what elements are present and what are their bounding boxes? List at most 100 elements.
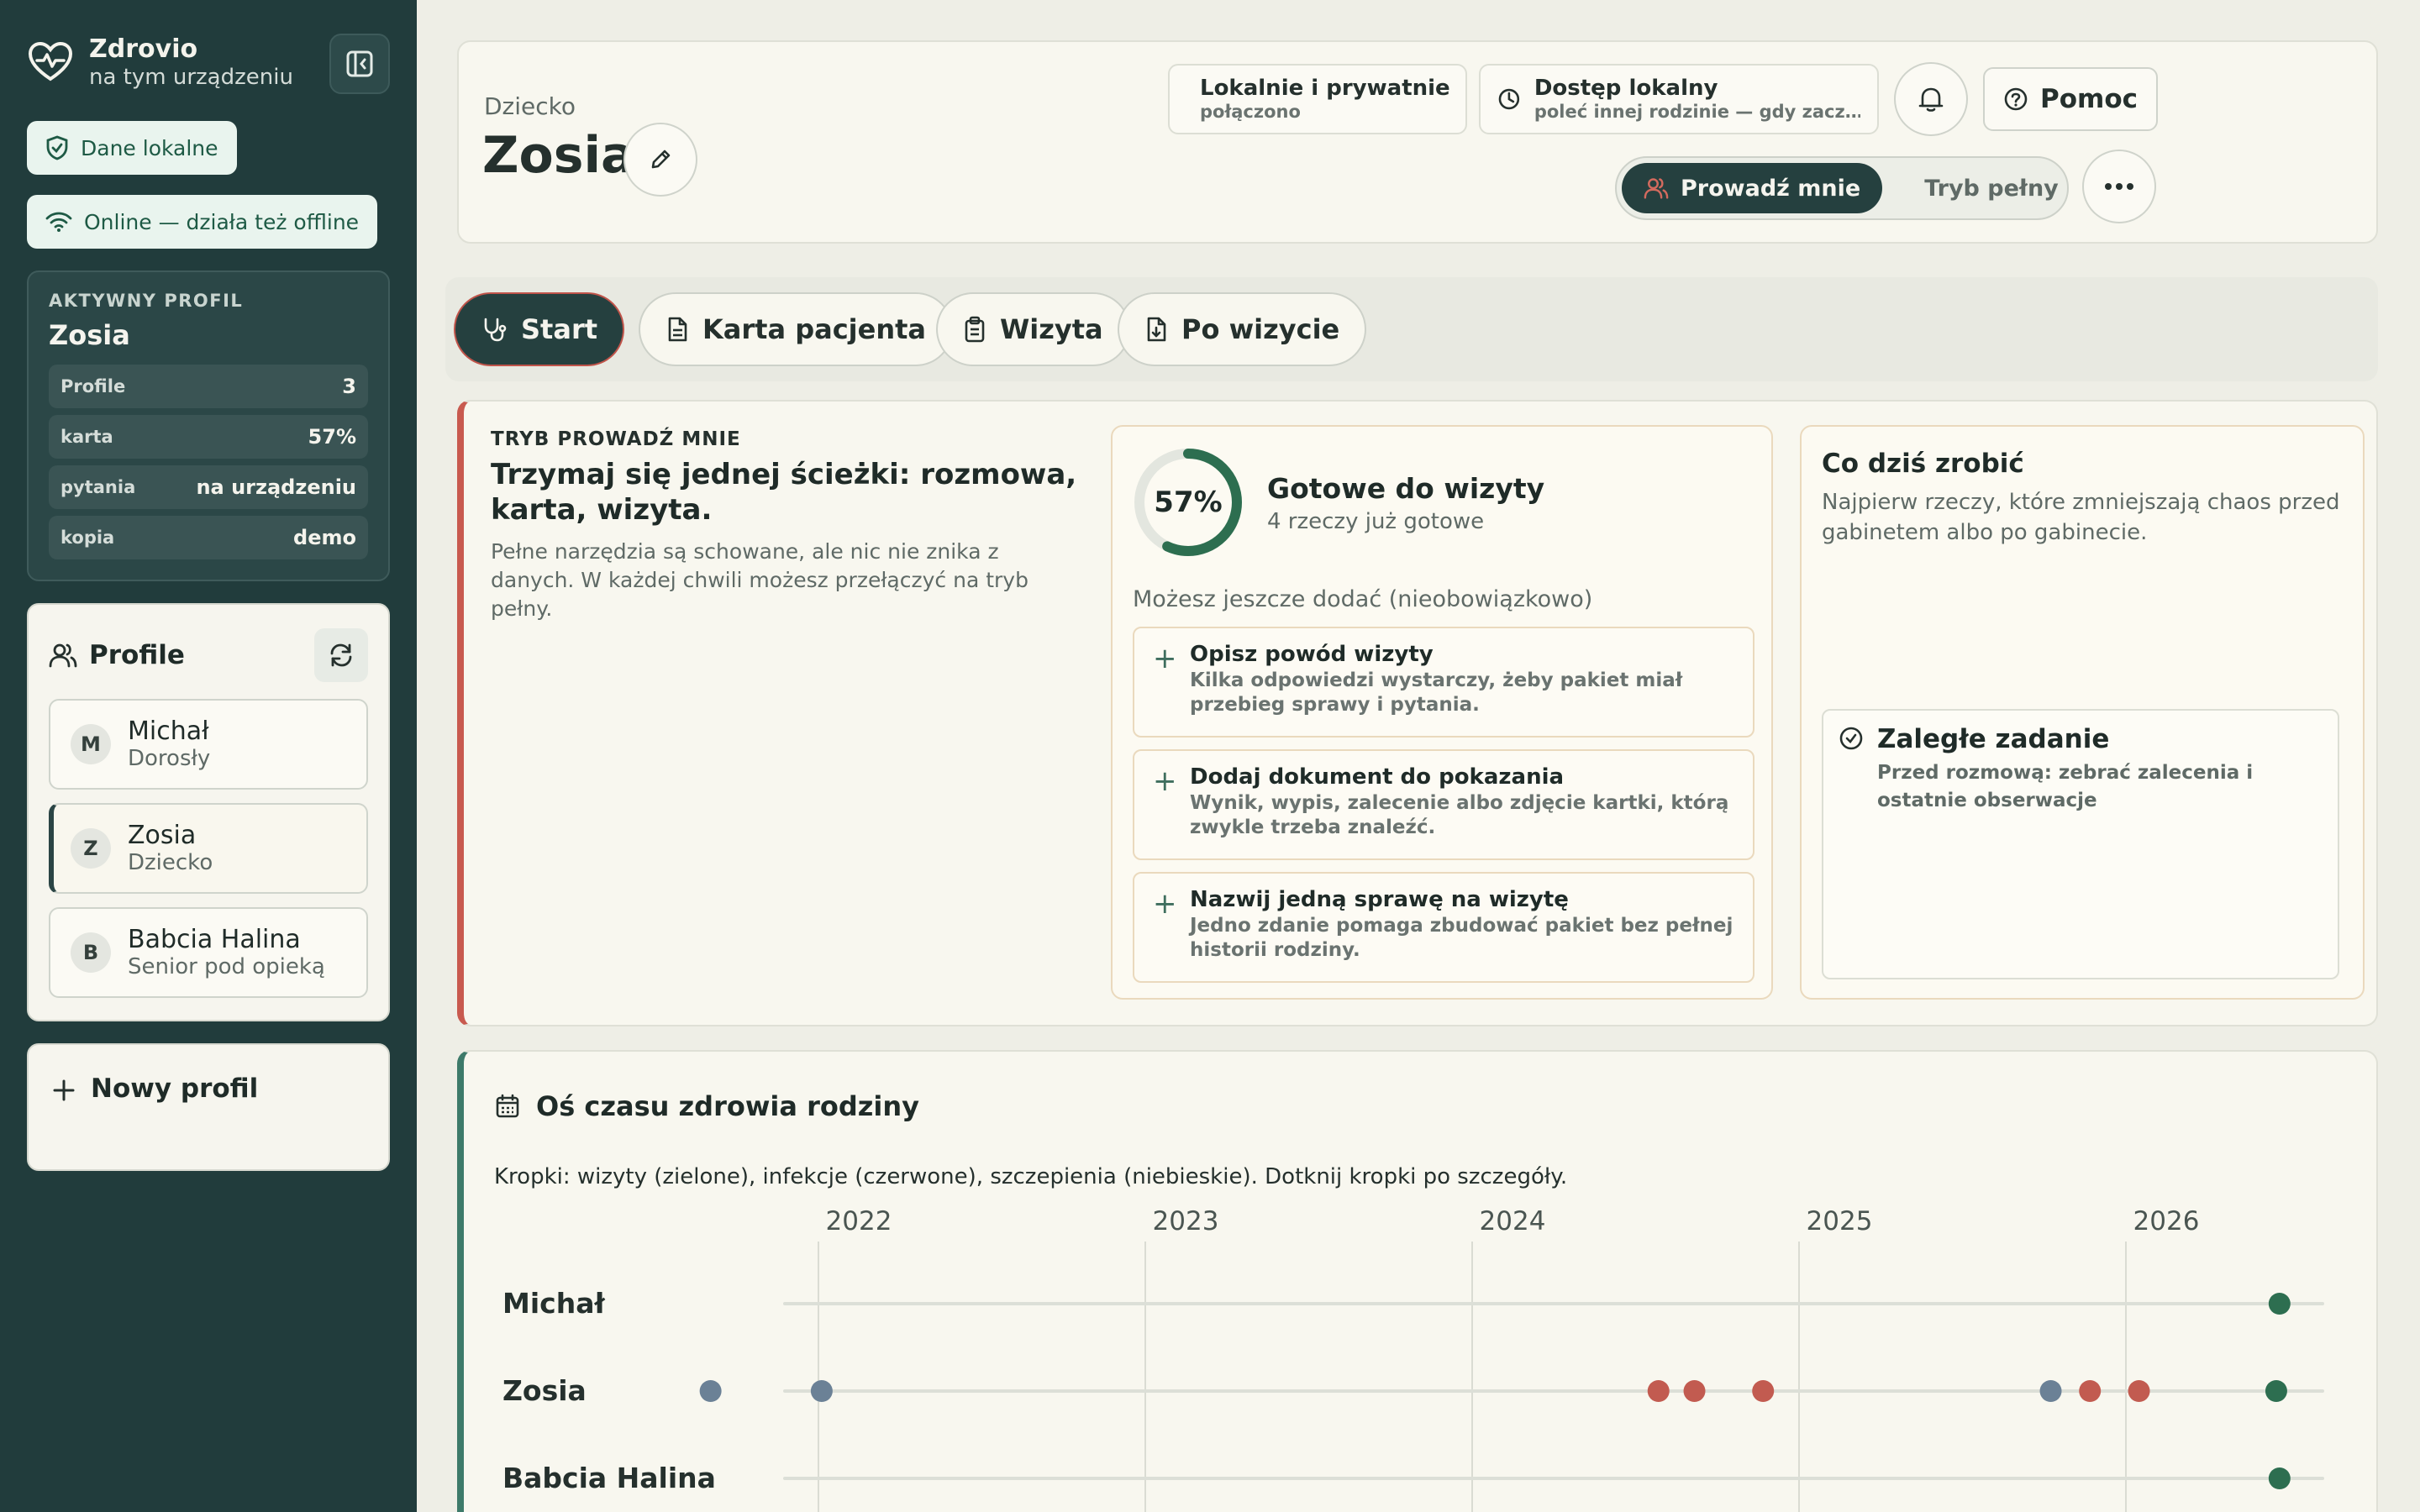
tab-after-visit[interactable]: Po wizycie [1118,292,1367,366]
timeline-row-label: Michał [502,1287,605,1320]
profile-type-label: Dziecko [484,92,576,120]
optional-item-desc: Jedno zdanie pomaga zbudować pakiet bez … [1190,915,1733,961]
mode-guide-me-button[interactable]: Prowadź mnie [1622,163,1883,213]
profile-name: Michał [128,717,209,746]
guide-description: Pełne narzędzia są schowane, ale nic nie… [491,539,1028,621]
todo-description: Najpierw rzeczy, które zmniejszają chaos… [1822,490,2340,545]
optional-items-label: Możesz jeszcze dodać (nieobowiązkowo) [1133,586,1593,612]
profile-header: Dziecko Zosia Lokalnie i prywatnie połąc… [457,40,2378,244]
timeline-event-dot-infection[interactable] [1647,1380,1670,1402]
profiles-card: Profile M Michał Dorosły Z Zosia Dziecko… [27,603,390,1021]
brand-name: Zdrovio [89,34,198,64]
help-button[interactable]: Pomoc [1983,67,2158,131]
more-options-button[interactable] [2082,150,2156,223]
overdue-task-title: Zaległe zadanie [1877,724,2110,754]
timeline-event-dot-infection[interactable] [2079,1380,2102,1402]
mode-full-button[interactable]: Tryb pełny [1924,176,2059,202]
tab-start-label: Start [521,313,598,345]
brand: Zdrovio na tym urządzeniu [27,27,390,99]
collapse-sidebar-button[interactable] [329,34,390,94]
active-profile-label: AKTYWNY PROFIL [49,291,244,311]
heart-logo-icon [28,41,73,81]
readiness-ring: 57% [1133,447,1244,558]
optional-item-desc: Kilka odpowiedzi wystarczy, żeby pakiet … [1190,669,1683,716]
privacy-status-sub: połączono [1200,102,1301,122]
stat-row-profiles: Profile 3 [49,365,368,408]
year-tick-label: 2026 [2133,1206,2200,1236]
tab-visit[interactable]: Wizyta [936,292,1130,366]
year-tick-label: 2022 [826,1206,892,1236]
main-area: Dziecko Zosia Lokalnie i prywatnie połąc… [417,0,2420,1512]
tab-visit-label: Wizyta [1000,313,1103,345]
stat-row-card: karta 57% [49,415,368,459]
optional-item-visit-reason[interactable]: + Opisz powód wizyty Kilka odpowiedzi wy… [1133,627,1754,738]
notifications-button[interactable] [1894,62,1968,136]
profile-name: Babcia Halina [128,925,301,954]
profile-item-zosia[interactable]: Z Zosia Dziecko [49,803,368,894]
timeline-row-label: Zosia [502,1374,587,1407]
new-profile-button[interactable]: Nowy profil [27,1043,390,1171]
overdue-task[interactable]: Zaległe zadanie Przed rozmową: zebrać za… [1822,709,2339,979]
online-status-chip: Online — działa też offline [27,195,378,249]
timeline-event-dot-vaccination[interactable] [699,1380,722,1402]
local-access-sub: poleć innej rodzinie — gdy zacz… [1534,102,1860,122]
refresh-profiles-button[interactable] [314,628,368,682]
stat-value: demo [293,526,356,549]
stat-key: pytania [60,477,136,497]
active-profile-name: Zosia [49,319,130,351]
local-data-chip: Dane lokalne [27,121,237,175]
stat-key: kopia [60,528,115,548]
stat-row-questions: pytania na urządzeniu [49,465,368,509]
optional-item-name-issue[interactable]: + Nazwij jedną sprawę na wizytę Jedno zd… [1133,872,1754,983]
tab-after-visit-label: Po wizycie [1181,313,1340,345]
todo-today-panel: Co dziś zrobić Najpierw rzeczy, które zm… [1800,425,2365,1000]
plus-icon: + [1153,642,1177,675]
clipboard-icon [965,316,985,343]
timeline-event-dot-vaccination[interactable] [2039,1380,2062,1402]
privacy-status-title: Lokalnie i prywatnie [1200,76,1450,101]
profile-item-michal[interactable]: M Michał Dorosły [49,699,368,790]
document-icon [668,317,687,342]
optional-item-add-document[interactable]: + Dodaj dokument do pokazania Wynik, wyp… [1133,749,1754,860]
brand-subtitle: na tym urządzeniu [89,65,293,90]
new-profile-label: Nowy profil [91,1074,259,1104]
readiness-title: Gotowe do wizyty [1267,472,1545,505]
tab-patient-card-label: Karta pacjenta [702,313,927,345]
timeline-chart: 2022 2023 2024 2025 2026 Michał Zosia Babcia Ha… [502,1206,2324,1512]
stat-key: Profile [60,376,126,396]
shield-icon [46,135,68,160]
mode-guide-me-label: Prowadź mnie [1681,175,1861,202]
timeline-event-dot-infection[interactable] [2128,1380,2150,1402]
tab-patient-card[interactable]: Karta pacjenta [639,292,954,366]
local-access-status[interactable]: Dostęp lokalny poleć innej rodzinie — gd… [1479,64,1879,134]
help-circle-icon [2004,87,2028,111]
timeline-event-dot-visit[interactable] [2268,1293,2291,1315]
profiles-header: Profile [49,625,368,685]
profile-role: Senior pod opieką [128,954,325,979]
timeline-event-dot-vaccination[interactable] [810,1380,833,1402]
guide-title: Trzymaj się jednej ścieżki: rozmowa, kar… [491,458,1077,527]
avatar: Z [71,828,111,869]
year-tick-label: 2025 [1807,1206,1873,1236]
timeline-event-dot-visit[interactable] [2265,1380,2287,1402]
profile-role: Dorosły [128,746,211,771]
plus-icon [53,1079,75,1101]
timeline-event-dot-visit[interactable] [2268,1467,2291,1489]
optional-item-desc: Wynik, wypis, zalecenie albo zdjęcie kar… [1190,792,1729,838]
timeline-event-dot-infection[interactable] [1683,1380,1706,1402]
help-label: Pomoc [2040,84,2138,114]
bell-icon [1918,87,1944,112]
year-tick-label: 2023 [1153,1206,1219,1236]
check-circle-icon [1839,727,1863,750]
sidebar-collapse-icon [346,50,373,77]
edit-profile-button[interactable] [623,123,697,197]
avatar: B [71,932,111,973]
guide-mode-card: TRYB PROWADŹ MNIE Trzymaj się jednej ści… [457,400,2378,1026]
active-profile-card: AKTYWNY PROFIL Zosia Profile 3 karta 57%… [27,270,390,581]
todo-title: Co dziś zrobić [1822,449,2024,479]
guide-mode-label: TRYB PROWADŹ MNIE [491,428,741,450]
timeline-event-dot-infection[interactable] [1752,1380,1775,1402]
profile-item-babcia-halina[interactable]: B Babcia Halina Senior pod opieką [49,907,368,998]
stat-key: karta [60,427,113,447]
tab-start[interactable]: Start [454,292,625,366]
